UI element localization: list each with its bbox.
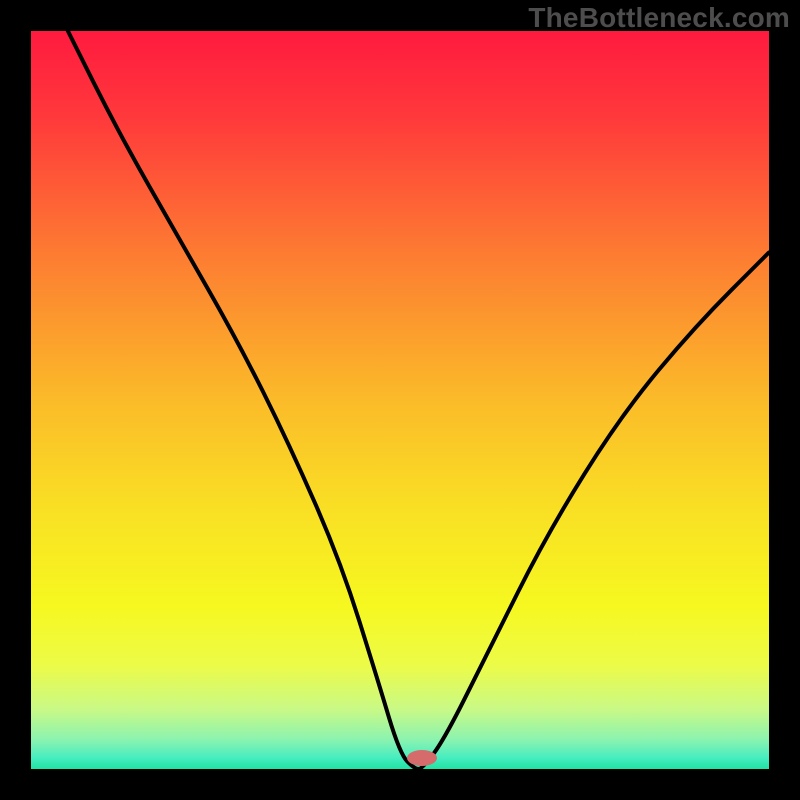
chart-container: TheBottleneck.com [0,0,800,800]
watermark-text: TheBottleneck.com [528,2,790,34]
optimal-point-marker [407,750,437,766]
gradient-background [31,31,769,769]
plot-area [31,31,769,769]
plot-svg [31,31,769,769]
